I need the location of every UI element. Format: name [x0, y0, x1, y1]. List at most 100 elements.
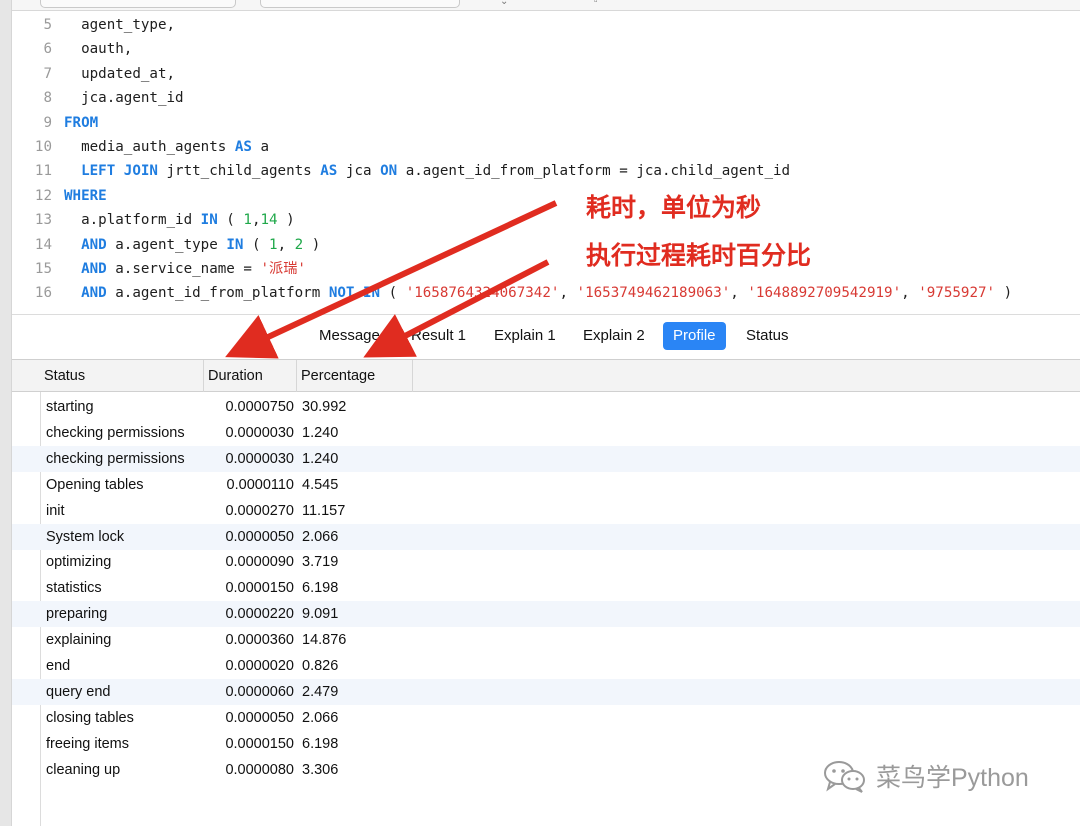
table-row[interactable]: end 0.0000020 0.826	[12, 653, 1080, 679]
status-cell[interactable]: preparing	[46, 601, 206, 627]
table-row[interactable]: query end 0.0000060 2.479	[12, 678, 1080, 705]
toolbar-icon[interactable]: ⌄	[500, 0, 508, 7]
table-row[interactable]: preparing 0.0000220 9.091	[12, 601, 1080, 628]
sql-number: 1	[243, 212, 252, 229]
duration-cell[interactable]: 0.0000150	[202, 731, 294, 757]
tab-message[interactable]: Message	[309, 322, 390, 350]
code-line[interactable]: 13 a.platform_id IN ( 1,14 )	[12, 208, 295, 232]
table-row[interactable]: System lock 0.0000050 2.066	[12, 523, 1080, 550]
duration-cell[interactable]: 0.0000150	[202, 575, 294, 601]
percentage-cell[interactable]: 2.479	[302, 679, 392, 705]
sql-token: ,	[730, 285, 748, 302]
line-number: 13	[34, 212, 52, 229]
status-cell[interactable]: cleaning up	[46, 757, 206, 783]
status-cell[interactable]: end	[46, 653, 206, 679]
duration-cell[interactable]: 0.0000080	[202, 757, 294, 783]
toolbar-field[interactable]	[40, 0, 236, 8]
status-cell[interactable]: Opening tables	[46, 472, 206, 498]
table-row[interactable]: init 0.0000270 11.157	[12, 498, 1080, 524]
sql-token: jrtt_child_agents	[157, 163, 321, 180]
tab-profile[interactable]: Profile	[663, 322, 726, 350]
percentage-cell[interactable]: 4.545	[302, 472, 392, 498]
code-text: FROM	[52, 111, 98, 135]
sql-keyword: AND	[81, 236, 107, 253]
table-row[interactable]: closing tables 0.0000050 2.066	[12, 705, 1080, 731]
table-row[interactable]: freeing items 0.0000150 6.198	[12, 731, 1080, 757]
table-row[interactable]: explaining 0.0000360 14.876	[12, 627, 1080, 653]
sql-editor[interactable]: 5 agent_type, 6 oauth, 7 updated_at, 8 jca.…	[12, 12, 1080, 314]
table-row[interactable]: optimizing 0.0000090 3.719	[12, 549, 1080, 575]
tab-explain-2[interactable]: Explain 2	[573, 322, 655, 350]
percentage-cell[interactable]: 6.198	[302, 575, 392, 601]
code-text: a.platform_id IN ( 1,14 )	[52, 208, 295, 232]
duration-cell[interactable]: 0.0000060	[202, 679, 294, 705]
duration-cell[interactable]: 0.0000090	[202, 549, 294, 575]
code-line[interactable]: 6 oauth,	[12, 37, 132, 61]
code-line[interactable]: 10 media_auth_agents AS a	[12, 135, 269, 159]
duration-cell[interactable]: 0.0000030	[202, 420, 294, 446]
code-line[interactable]: 8 jca.agent_id	[12, 86, 183, 110]
percentage-cell[interactable]: 6.198	[302, 731, 392, 757]
status-cell[interactable]: init	[46, 498, 206, 524]
code-line[interactable]: 11 LEFT JOIN jrtt_child_agents AS jca ON…	[12, 159, 790, 183]
table-row[interactable]: starting 0.0000750 30.992	[12, 394, 1080, 420]
duration-cell[interactable]: 0.0000750	[202, 394, 294, 420]
status-cell[interactable]: System lock	[46, 524, 206, 550]
percentage-cell[interactable]: 1.240	[302, 420, 392, 446]
percentage-cell[interactable]: 1.240	[302, 446, 392, 472]
toolbar-icon[interactable]: ▫	[594, 0, 598, 7]
percentage-cell[interactable]: 30.992	[302, 394, 392, 420]
sql-token: (	[217, 212, 244, 229]
code-line[interactable]: 15 AND a.service_name = '派瑞'	[12, 257, 306, 281]
status-cell[interactable]: explaining	[46, 627, 206, 653]
code-line[interactable]: 9 FROM	[12, 111, 98, 135]
percentage-cell[interactable]: 3.719	[302, 549, 392, 575]
sql-number: 2	[294, 236, 304, 253]
toolbar-field[interactable]	[260, 0, 460, 8]
table-row[interactable]: statistics 0.0000150 6.198	[12, 575, 1080, 601]
tab-status[interactable]: Status	[736, 322, 799, 350]
status-cell[interactable]: checking permissions	[46, 420, 206, 446]
percentage-cell[interactable]: 9.091	[302, 601, 392, 627]
table-row[interactable]: Opening tables 0.0000110 4.545	[12, 472, 1080, 498]
sql-keyword: IN	[226, 236, 244, 253]
code-text: LEFT JOIN jrtt_child_agents AS jca ON a.…	[52, 159, 790, 183]
table-row[interactable]: checking permissions 0.0000030 1.240	[12, 420, 1080, 446]
sql-keyword: AND	[81, 285, 107, 302]
status-cell[interactable]: closing tables	[46, 705, 206, 731]
status-cell[interactable]: optimizing	[46, 549, 206, 575]
line-number: 14	[34, 236, 52, 253]
percentage-cell[interactable]: 3.306	[302, 757, 392, 783]
status-cell[interactable]: freeing items	[46, 731, 206, 757]
column-header-duration[interactable]: Duration	[204, 360, 297, 392]
code-line[interactable]: 14 AND a.agent_type IN ( 1, 2 )	[12, 233, 320, 257]
percentage-cell[interactable]: 2.066	[302, 524, 392, 550]
duration-cell[interactable]: 0.0000110	[202, 472, 294, 498]
status-cell[interactable]: query end	[46, 679, 206, 705]
code-line[interactable]: 12 WHERE	[12, 184, 107, 208]
sql-token: a.agent_id_from_platform = jca.child_age…	[397, 163, 791, 180]
duration-cell[interactable]: 0.0000050	[202, 524, 294, 550]
status-cell[interactable]: statistics	[46, 575, 206, 601]
percentage-cell[interactable]: 2.066	[302, 705, 392, 731]
column-header-status[interactable]: Status	[40, 360, 204, 392]
duration-cell[interactable]: 0.0000030	[202, 446, 294, 472]
sql-token: jca	[337, 163, 381, 180]
tab-explain-1[interactable]: Explain 1	[484, 322, 566, 350]
duration-cell[interactable]: 0.0000050	[202, 705, 294, 731]
duration-cell[interactable]: 0.0000270	[202, 498, 294, 524]
duration-cell[interactable]: 0.0000360	[202, 627, 294, 653]
status-cell[interactable]: checking permissions	[46, 446, 206, 472]
percentage-cell[interactable]: 0.826	[302, 653, 392, 679]
percentage-cell[interactable]: 11.157	[302, 498, 392, 524]
tab-result-1[interactable]: Result 1	[401, 322, 476, 350]
code-line[interactable]: 5 agent_type,	[12, 13, 175, 37]
column-header-percentage[interactable]: Percentage	[297, 360, 413, 392]
duration-cell[interactable]: 0.0000220	[202, 601, 294, 627]
duration-cell[interactable]: 0.0000020	[202, 653, 294, 679]
percentage-cell[interactable]: 14.876	[302, 627, 392, 653]
code-line[interactable]: 16 AND a.agent_id_from_platform NOT IN (…	[12, 281, 1012, 305]
status-cell[interactable]: starting	[46, 394, 206, 420]
table-row[interactable]: checking permissions 0.0000030 1.240	[12, 445, 1080, 472]
code-line[interactable]: 7 updated_at,	[12, 62, 175, 86]
